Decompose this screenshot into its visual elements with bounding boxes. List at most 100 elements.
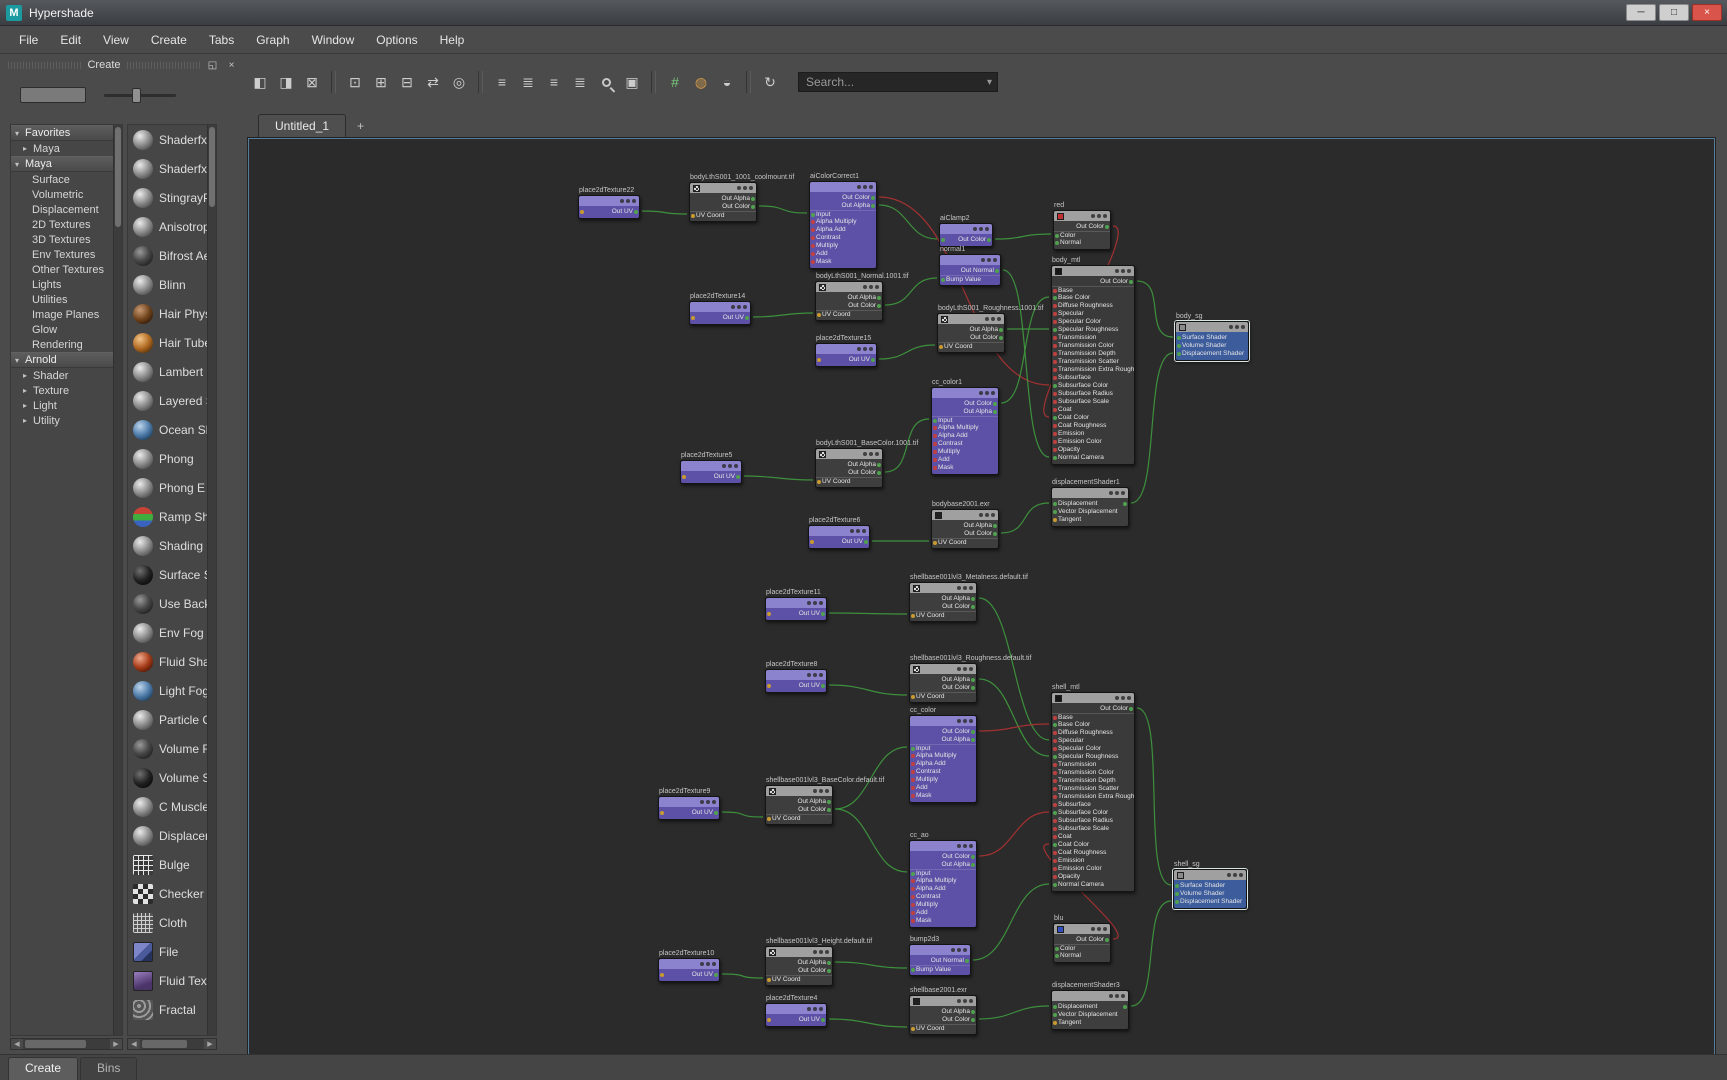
output-port[interactable] bbox=[987, 238, 991, 242]
tree-item-volumetric[interactable]: Volumetric bbox=[11, 187, 113, 202]
output-port[interactable] bbox=[751, 205, 755, 209]
input-port[interactable] bbox=[767, 1018, 771, 1022]
input-port[interactable] bbox=[811, 228, 815, 232]
clear-graph-icon[interactable]: ⊠ bbox=[300, 70, 324, 94]
graph-node-place2dtexture4[interactable]: place2dTexture4 Out UV bbox=[765, 995, 827, 1027]
node-type-phong[interactable]: Phong bbox=[128, 444, 207, 473]
output-port[interactable] bbox=[736, 475, 740, 479]
menu-create[interactable]: Create bbox=[140, 26, 198, 53]
graph-node-place2dtexture9[interactable]: place2dTexture9 Out UV bbox=[658, 788, 720, 820]
output-port[interactable] bbox=[993, 410, 997, 414]
node-type-env-fog[interactable]: Env Fog bbox=[128, 618, 207, 647]
graph-node-shell-sg[interactable]: shell_sg Surface Shader Volume Shader Displ… bbox=[1173, 861, 1247, 909]
connection-wire[interactable] bbox=[743, 475, 814, 481]
input-port[interactable] bbox=[811, 236, 815, 240]
connection-wire[interactable] bbox=[972, 883, 1050, 961]
tree-item-2d-textures[interactable]: 2D Textures bbox=[11, 217, 113, 232]
output-port[interactable] bbox=[877, 463, 881, 467]
input-port[interactable] bbox=[911, 695, 915, 699]
tree-item-image-planes[interactable]: Image Planes bbox=[11, 307, 113, 322]
input-port[interactable] bbox=[1053, 859, 1057, 863]
input-port[interactable] bbox=[933, 466, 937, 470]
input-port[interactable] bbox=[691, 316, 695, 320]
graph-node-bodybase2001-exr[interactable]: bodybase2001.exr Out Alpha Out Color UV Coo… bbox=[931, 501, 999, 549]
output-port[interactable] bbox=[1123, 502, 1127, 506]
input-port[interactable] bbox=[941, 238, 945, 242]
node-type-particle-cloud[interactable]: Particle Cloud bbox=[128, 705, 207, 734]
tree-item-maya[interactable]: ▸ Maya bbox=[11, 141, 113, 156]
graph-node-place2dtexture15[interactable]: place2dTexture15 Out UV bbox=[815, 335, 877, 367]
connection-wire[interactable] bbox=[878, 344, 936, 360]
graph-node-aicolorcorrect1[interactable]: aiColorCorrect1 Out Color Out Alpha Input Al… bbox=[809, 173, 877, 269]
graph-node-shellbase001lvl3-basecolor-default-tif[interactable]: shellbase001lvl3_BaseColor.default.tif Ou… bbox=[765, 777, 884, 825]
input-port[interactable] bbox=[933, 541, 937, 545]
connection-wire[interactable] bbox=[1136, 280, 1174, 338]
input-port[interactable] bbox=[1053, 448, 1057, 452]
input-port[interactable] bbox=[1053, 883, 1057, 887]
menu-graph[interactable]: Graph bbox=[245, 26, 300, 53]
input-port[interactable] bbox=[1053, 440, 1057, 444]
output-port[interactable] bbox=[1123, 1005, 1127, 1009]
input-port[interactable] bbox=[817, 358, 821, 362]
graph-node-bump2d3[interactable]: bump2d3 Out Normal Bump Value bbox=[909, 936, 971, 976]
node-type-lambert[interactable]: Lambert bbox=[128, 357, 207, 386]
output-port[interactable] bbox=[971, 597, 975, 601]
output-port[interactable] bbox=[877, 304, 881, 308]
input-port[interactable] bbox=[811, 213, 815, 217]
graph-node-cc-color[interactable]: cc_color Out Color Out Alpha Input Alpha Mul… bbox=[909, 707, 977, 803]
node-type-stingraypbs[interactable]: StingrayPBS bbox=[128, 183, 207, 212]
graph-node-place2dtexture22[interactable]: place2dTexture22 Out UV bbox=[578, 187, 640, 219]
maximize-button[interactable]: □ bbox=[1659, 4, 1689, 21]
input-port[interactable] bbox=[911, 919, 915, 923]
input-port[interactable] bbox=[767, 612, 771, 616]
input-port[interactable] bbox=[911, 911, 915, 915]
graph-node-displacementshader1[interactable]: displacementShader1 Displacement Vector Di… bbox=[1051, 479, 1129, 527]
scrollbar-track[interactable] bbox=[140, 1039, 204, 1049]
input-port[interactable] bbox=[1053, 755, 1057, 759]
output-port[interactable] bbox=[634, 210, 638, 214]
graph-node-bodylths001-1001-coolmount-tif[interactable]: bodyLthS001_1001_coolmount.tif Out Alpha O… bbox=[689, 174, 794, 222]
input-port[interactable] bbox=[933, 458, 937, 462]
tree-item-env-textures[interactable]: Env Textures bbox=[11, 247, 113, 262]
show-previous-graph-icon[interactable]: ◧ bbox=[248, 70, 272, 94]
input-port[interactable] bbox=[1053, 392, 1057, 396]
connection-wire[interactable] bbox=[834, 961, 908, 969]
search-box[interactable]: ▾ bbox=[798, 72, 998, 92]
input-output-connections-icon[interactable]: ⇄ bbox=[421, 70, 445, 94]
tree-item-favorites[interactable]: ▾ Favorites bbox=[11, 125, 113, 141]
output-port[interactable] bbox=[821, 612, 825, 616]
panel-drag-handle[interactable] bbox=[8, 61, 82, 69]
input-port[interactable] bbox=[911, 903, 915, 907]
distribute-horizontal-icon[interactable]: ≡ bbox=[542, 70, 566, 94]
graph-node-shellbase001lvl3-roughness-default-tif[interactable]: shellbase001lvl3_Roughness.default.tif Ou… bbox=[909, 655, 1031, 703]
graph-node-cc-color1[interactable]: cc_color1 Out Color Out Alpha Input Alpha Mu… bbox=[931, 379, 999, 475]
node-type-hair-physical-shader[interactable]: Hair Physical Shader bbox=[128, 299, 207, 328]
input-port[interactable] bbox=[1053, 328, 1057, 332]
swatch-preview[interactable] bbox=[20, 87, 86, 103]
input-port[interactable] bbox=[1053, 803, 1057, 807]
input-port[interactable] bbox=[933, 426, 937, 430]
input-port[interactable] bbox=[1053, 716, 1057, 720]
input-port[interactable] bbox=[1055, 241, 1059, 245]
input-port[interactable] bbox=[1053, 835, 1057, 839]
output-port[interactable] bbox=[877, 471, 881, 475]
remove-selected-from-graph-icon[interactable]: ⊟ bbox=[395, 70, 419, 94]
input-port[interactable] bbox=[660, 811, 664, 815]
input-port[interactable] bbox=[1053, 408, 1057, 412]
menu-file[interactable]: File bbox=[8, 26, 49, 53]
scrollbar-thumb[interactable] bbox=[209, 127, 215, 207]
tree-item-displacement[interactable]: Displacement bbox=[11, 202, 113, 217]
graph-node-shell-mtl[interactable]: shell_mtl Out Color Base Base Color Diffuse … bbox=[1051, 684, 1135, 892]
menu-edit[interactable]: Edit bbox=[49, 26, 92, 53]
input-port[interactable] bbox=[817, 480, 821, 484]
output-port[interactable] bbox=[1105, 938, 1109, 942]
input-port[interactable] bbox=[1053, 368, 1057, 372]
output-port[interactable] bbox=[971, 678, 975, 682]
close-button[interactable]: × bbox=[1692, 4, 1722, 21]
input-port[interactable] bbox=[1055, 947, 1059, 951]
node-type-c-muscle-shader[interactable]: C Muscle Shader bbox=[128, 792, 207, 821]
input-port[interactable] bbox=[933, 450, 937, 454]
input-port[interactable] bbox=[1053, 416, 1057, 420]
input-port[interactable] bbox=[1053, 502, 1057, 506]
input-port[interactable] bbox=[1053, 739, 1057, 743]
